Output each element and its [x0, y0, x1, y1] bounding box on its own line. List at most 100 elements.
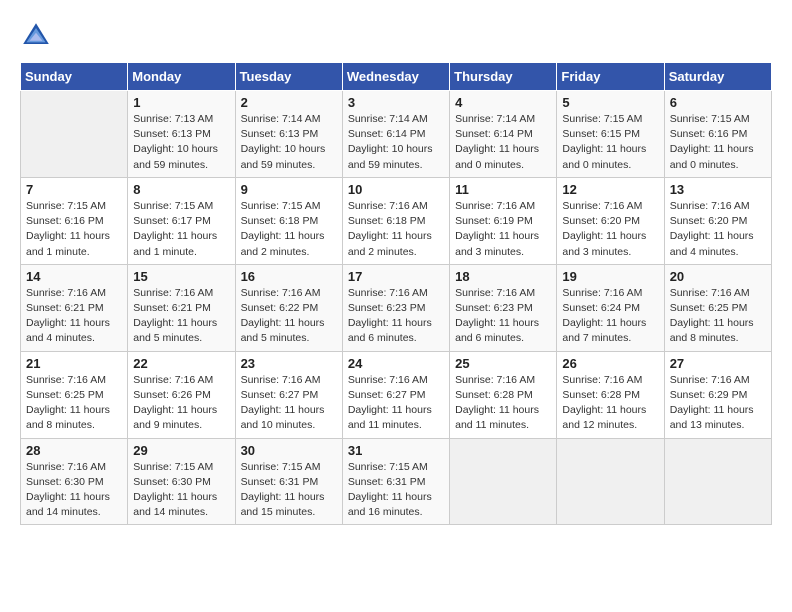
calendar-cell: 23 Sunrise: 7:16 AMSunset: 6:27 PMDayligh…: [235, 351, 342, 438]
calendar-cell: 15 Sunrise: 7:16 AMSunset: 6:21 PMDayligh…: [128, 264, 235, 351]
day-info: Sunrise: 7:16 AMSunset: 6:26 PMDaylight:…: [133, 373, 229, 434]
day-number: 4: [455, 95, 551, 110]
calendar-cell: 31 Sunrise: 7:15 AMSunset: 6:31 PMDayligh…: [342, 438, 449, 525]
day-info: Sunrise: 7:16 AMSunset: 6:27 PMDaylight:…: [348, 373, 444, 434]
day-info: Sunrise: 7:16 AMSunset: 6:28 PMDaylight:…: [455, 373, 551, 434]
day-number: 11: [455, 182, 551, 197]
day-info: Sunrise: 7:16 AMSunset: 6:28 PMDaylight:…: [562, 373, 658, 434]
calendar-cell: 9 Sunrise: 7:15 AMSunset: 6:18 PMDaylight…: [235, 177, 342, 264]
day-info: Sunrise: 7:15 AMSunset: 6:31 PMDaylight:…: [348, 460, 444, 521]
day-number: 27: [670, 356, 766, 371]
page-header: [20, 20, 772, 52]
calendar-cell: 4Sunrise: 7:14 AMSunset: 6:14 PMDaylight…: [450, 91, 557, 178]
day-info: Sunrise: 7:15 AMSunset: 6:18 PMDaylight:…: [241, 199, 337, 260]
calendar-cell: [450, 438, 557, 525]
calendar-cell: 7 Sunrise: 7:15 AMSunset: 6:16 PMDaylight…: [21, 177, 128, 264]
day-number: 26: [562, 356, 658, 371]
day-number: 31: [348, 443, 444, 458]
weekday-header-saturday: Saturday: [664, 63, 771, 91]
day-number: 10: [348, 182, 444, 197]
weekday-header-thursday: Thursday: [450, 63, 557, 91]
calendar-cell: [664, 438, 771, 525]
calendar-cell: 29Sunrise: 7:15 AMSunset: 6:30 PMDayligh…: [128, 438, 235, 525]
day-number: 1: [133, 95, 229, 110]
calendar-cell: 17 Sunrise: 7:16 AMSunset: 6:23 PMDayligh…: [342, 264, 449, 351]
day-info: Sunrise: 7:16 AMSunset: 6:19 PMDaylight:…: [455, 199, 551, 260]
calendar-week-row: 1 Sunrise: 7:13 AMSunset: 6:13 PMDaylight…: [21, 91, 772, 178]
day-info: Sunrise: 7:16 AMSunset: 6:25 PMDaylight:…: [26, 373, 122, 434]
day-info: Sunrise: 7:16 AMSunset: 6:20 PMDaylight:…: [562, 199, 658, 260]
calendar-cell: 21Sunrise: 7:16 AMSunset: 6:25 PMDayligh…: [21, 351, 128, 438]
day-info: Sunrise: 7:16 AMSunset: 6:30 PMDaylight:…: [26, 460, 122, 521]
calendar-cell: 24 Sunrise: 7:16 AMSunset: 6:27 PMDayligh…: [342, 351, 449, 438]
weekday-header-row: SundayMondayTuesdayWednesdayThursdayFrid…: [21, 63, 772, 91]
day-number: 30: [241, 443, 337, 458]
logo: [20, 20, 56, 52]
calendar-cell: 2 Sunrise: 7:14 AMSunset: 6:13 PMDaylight…: [235, 91, 342, 178]
day-info: Sunrise: 7:16 AMSunset: 6:21 PMDaylight:…: [133, 286, 229, 347]
day-info: Sunrise: 7:16 AMSunset: 6:24 PMDaylight:…: [562, 286, 658, 347]
calendar-cell: 11 Sunrise: 7:16 AMSunset: 6:19 PMDayligh…: [450, 177, 557, 264]
calendar-cell: 18Sunrise: 7:16 AMSunset: 6:23 PMDayligh…: [450, 264, 557, 351]
day-number: 5: [562, 95, 658, 110]
day-number: 8: [133, 182, 229, 197]
day-info: Sunrise: 7:16 AMSunset: 6:22 PMDaylight:…: [241, 286, 337, 347]
day-number: 12: [562, 182, 658, 197]
day-info: Sunrise: 7:15 AMSunset: 6:16 PMDaylight:…: [26, 199, 122, 260]
day-info: Sunrise: 7:13 AMSunset: 6:13 PMDaylight:…: [133, 112, 229, 173]
day-info: Sunrise: 7:14 AMSunset: 6:13 PMDaylight:…: [241, 112, 337, 173]
day-info: Sunrise: 7:16 AMSunset: 6:27 PMDaylight:…: [241, 373, 337, 434]
day-info: Sunrise: 7:15 AMSunset: 6:17 PMDaylight:…: [133, 199, 229, 260]
weekday-header-monday: Monday: [128, 63, 235, 91]
calendar-cell: [557, 438, 664, 525]
calendar-cell: 16 Sunrise: 7:16 AMSunset: 6:22 PMDayligh…: [235, 264, 342, 351]
weekday-header-tuesday: Tuesday: [235, 63, 342, 91]
day-info: Sunrise: 7:16 AMSunset: 6:25 PMDaylight:…: [670, 286, 766, 347]
calendar-cell: 28 Sunrise: 7:16 AMSunset: 6:30 PMDayligh…: [21, 438, 128, 525]
calendar-week-row: 14 Sunrise: 7:16 AMSunset: 6:21 PMDayligh…: [21, 264, 772, 351]
day-info: Sunrise: 7:15 AMSunset: 6:15 PMDaylight:…: [562, 112, 658, 173]
day-number: 28: [26, 443, 122, 458]
calendar-cell: 26 Sunrise: 7:16 AMSunset: 6:28 PMDayligh…: [557, 351, 664, 438]
day-number: 16: [241, 269, 337, 284]
calendar-week-row: 28 Sunrise: 7:16 AMSunset: 6:30 PMDayligh…: [21, 438, 772, 525]
calendar-cell: 5 Sunrise: 7:15 AMSunset: 6:15 PMDaylight…: [557, 91, 664, 178]
day-number: 24: [348, 356, 444, 371]
day-number: 2: [241, 95, 337, 110]
day-number: 22: [133, 356, 229, 371]
calendar-cell: 22 Sunrise: 7:16 AMSunset: 6:26 PMDayligh…: [128, 351, 235, 438]
day-number: 13: [670, 182, 766, 197]
day-info: Sunrise: 7:16 AMSunset: 6:20 PMDaylight:…: [670, 199, 766, 260]
day-info: Sunrise: 7:14 AMSunset: 6:14 PMDaylight:…: [348, 112, 444, 173]
calendar-cell: 1 Sunrise: 7:13 AMSunset: 6:13 PMDaylight…: [128, 91, 235, 178]
calendar-table: SundayMondayTuesdayWednesdayThursdayFrid…: [20, 62, 772, 525]
calendar-cell: 3 Sunrise: 7:14 AMSunset: 6:14 PMDaylight…: [342, 91, 449, 178]
calendar-cell: 19Sunrise: 7:16 AMSunset: 6:24 PMDayligh…: [557, 264, 664, 351]
day-number: 23: [241, 356, 337, 371]
calendar-cell: 30Sunrise: 7:15 AMSunset: 6:31 PMDayligh…: [235, 438, 342, 525]
calendar-cell: 25 Sunrise: 7:16 AMSunset: 6:28 PMDayligh…: [450, 351, 557, 438]
calendar-cell: 13 Sunrise: 7:16 AMSunset: 6:20 PMDayligh…: [664, 177, 771, 264]
day-number: 3: [348, 95, 444, 110]
logo-icon: [20, 20, 52, 52]
day-info: Sunrise: 7:16 AMSunset: 6:18 PMDaylight:…: [348, 199, 444, 260]
day-info: Sunrise: 7:16 AMSunset: 6:23 PMDaylight:…: [455, 286, 551, 347]
calendar-cell: 8 Sunrise: 7:15 AMSunset: 6:17 PMDaylight…: [128, 177, 235, 264]
calendar-cell: 12 Sunrise: 7:16 AMSunset: 6:20 PMDayligh…: [557, 177, 664, 264]
calendar-cell: 6Sunrise: 7:15 AMSunset: 6:16 PMDaylight…: [664, 91, 771, 178]
day-number: 7: [26, 182, 122, 197]
weekday-header-sunday: Sunday: [21, 63, 128, 91]
day-number: 15: [133, 269, 229, 284]
calendar-cell: 14Sunrise: 7:16 AMSunset: 6:21 PMDayligh…: [21, 264, 128, 351]
day-number: 6: [670, 95, 766, 110]
day-info: Sunrise: 7:16 AMSunset: 6:29 PMDaylight:…: [670, 373, 766, 434]
day-info: Sunrise: 7:16 AMSunset: 6:23 PMDaylight:…: [348, 286, 444, 347]
day-number: 25: [455, 356, 551, 371]
day-number: 14: [26, 269, 122, 284]
weekday-header-wednesday: Wednesday: [342, 63, 449, 91]
day-number: 9: [241, 182, 337, 197]
weekday-header-friday: Friday: [557, 63, 664, 91]
day-number: 17: [348, 269, 444, 284]
calendar-cell: 27 Sunrise: 7:16 AMSunset: 6:29 PMDayligh…: [664, 351, 771, 438]
calendar-cell: 10 Sunrise: 7:16 AMSunset: 6:18 PMDayligh…: [342, 177, 449, 264]
